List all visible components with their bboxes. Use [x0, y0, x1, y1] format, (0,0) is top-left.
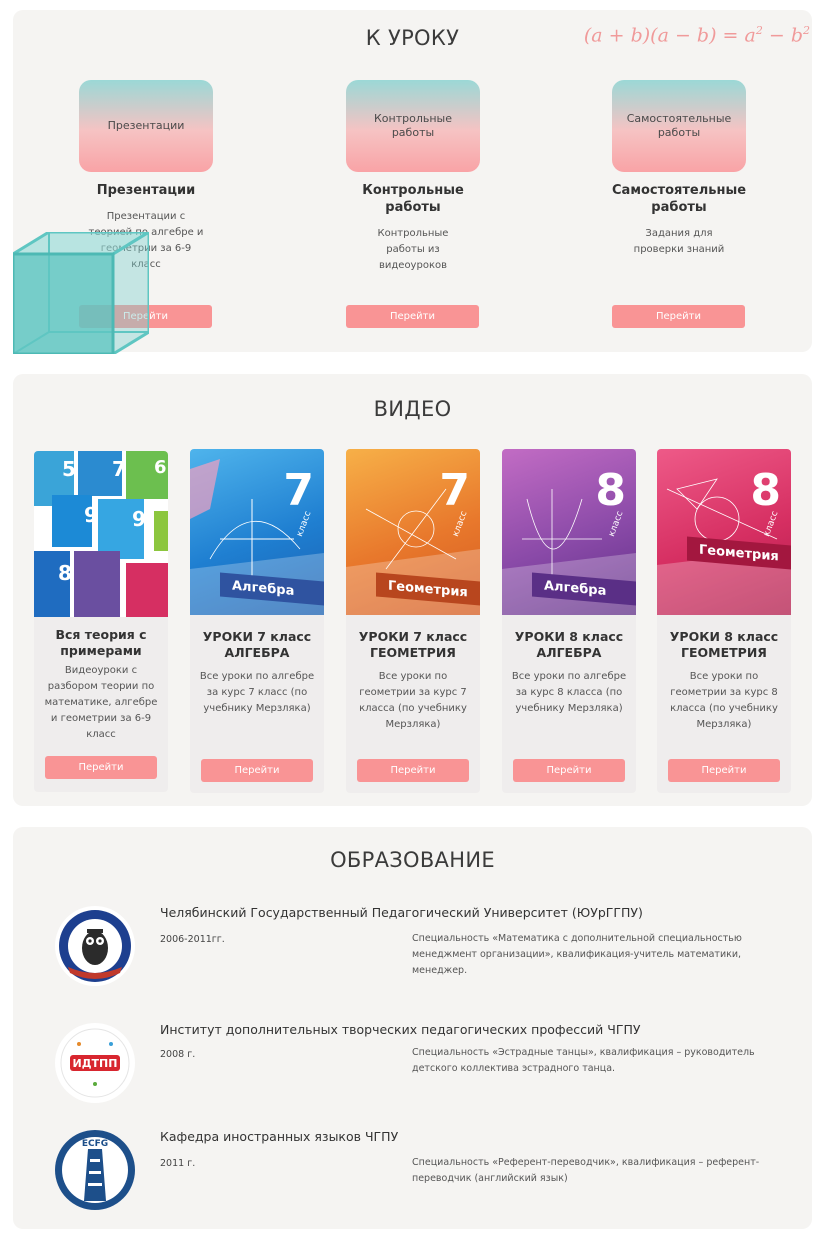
video-card-geometry-8: 8 класс Геометрия УРОКИ 8 класс ГЕОМЕТРИ… — [657, 449, 791, 793]
ecfg-tower-emblem-icon: ЕСFG — [55, 1130, 135, 1210]
algebra-7-cover-image[interactable]: 7 класс Алгебра — [190, 449, 324, 615]
lesson-thumb[interactable]: Контрольные работы — [346, 80, 480, 172]
go-button-geometry-7[interactable]: Перейти — [357, 759, 469, 782]
owl-university-emblem-icon — [55, 906, 135, 986]
geometry-7-cover-image[interactable]: 7 класс Геометрия — [346, 449, 480, 615]
lesson-name: Контрольные работы — [362, 183, 464, 215]
cover-grade-number: 7 — [439, 465, 470, 516]
collage-cover-image[interactable]: 5 7 6 9 9 8 — [34, 451, 168, 617]
education-specialty: Специальность «Математика с дополнительн… — [412, 933, 742, 976]
video-card-all-theory: 5 7 6 9 9 8 Вся теория с примерами Видео… — [34, 451, 168, 792]
education-years: 2006-2011гг. — [160, 934, 225, 945]
geometry-8-cover-image[interactable]: 8 класс Геометрия — [657, 449, 791, 615]
lesson-section: К УРОКУ (a + b)(a − b) = a2 − b2 Презент… — [13, 10, 812, 354]
collage-number: 9 — [84, 503, 98, 527]
video-card-name: Вся теория с примерами — [55, 627, 147, 658]
lesson-name: Презентации — [96, 183, 196, 198]
video-section: ВИДЕО 5 7 6 9 9 8 Вся теория с примерами… — [13, 374, 812, 806]
ecfg-logo-text: ЕСFG — [82, 1139, 108, 1149]
algebra-8-cover-image[interactable]: 8 класс Алгебра — [502, 449, 636, 615]
collage-number: 8 — [58, 561, 72, 585]
education-years: 2008 г. — [160, 1049, 196, 1060]
cube-decoration — [13, 232, 149, 354]
video-section-title: ВИДЕО — [373, 397, 452, 421]
video-card-desc: Все уроки по геометрии за курс 8 класса … — [670, 671, 778, 730]
lesson-name: Самостоятельные работы — [612, 183, 747, 215]
go-button-all-theory[interactable]: Перейти — [45, 756, 157, 779]
cover-grade-number: 8 — [595, 465, 626, 516]
education-section-title: ОБРАЗОВАНИЕ — [330, 848, 495, 872]
lesson-card-independent: Самостоятельные работы Самостоятельные р… — [612, 80, 746, 258]
collage-number: 7 — [112, 457, 126, 481]
video-card-desc: Все уроки по алгебре за курс 8 класса (п… — [511, 671, 627, 714]
go-button-independent[interactable]: Перейти — [612, 305, 745, 328]
education-title: Институт дополнительных творческих педаг… — [160, 1022, 641, 1037]
go-button-algebra-7[interactable]: Перейти — [201, 759, 313, 782]
education-title: Кафедра иностранных языков ЧГПУ — [160, 1129, 399, 1144]
idtpp-logo-text: ИДТПП — [73, 1057, 118, 1070]
go-button-geometry-8[interactable]: Перейти — [668, 759, 780, 782]
video-card-name: УРОКИ 7 класс ГЕОМЕТРИЯ — [358, 629, 468, 660]
lesson-desc: Контрольные работы из видеоуроков — [377, 228, 449, 271]
go-button-algebra-8[interactable]: Перейти — [513, 759, 625, 782]
education-specialty: Специальность «Референт-переводчик», ква… — [412, 1157, 760, 1184]
lesson-thumb[interactable]: Презентации — [79, 80, 213, 172]
cover-grade-number: 7 — [283, 465, 314, 516]
education-years: 2011 г. — [160, 1158, 196, 1169]
video-card-algebra-7: 7 класс Алгебра УРОКИ 7 класс АЛГЕБРА Вс… — [190, 449, 324, 793]
video-card-algebra-8: 8 класс Алгебра УРОКИ 8 класс АЛГЕБРА Вс… — [502, 449, 636, 793]
video-card-desc: Все уроки по алгебре за курс 7 класс (по… — [199, 671, 315, 714]
education-title: Челябинский Государственный Педагогическ… — [160, 905, 643, 920]
video-card-desc: Все уроки по геометрии за курс 7 класса … — [359, 671, 467, 730]
collage-number: 5 — [62, 457, 76, 481]
lesson-desc: Задания для проверки знаний — [633, 228, 725, 255]
education-specialty: Специальность «Эстрадные танцы», квалифи… — [412, 1047, 755, 1074]
video-card-name: УРОКИ 7 класс АЛГЕБРА — [202, 629, 312, 660]
lesson-thumb[interactable]: Самостоятельные работы — [612, 80, 746, 172]
idtpp-emblem-icon: ИДТПП — [55, 1023, 135, 1103]
video-card-desc: Видеоуроки с разбором теории по математи… — [44, 665, 158, 740]
go-button-tests[interactable]: Перейти — [346, 305, 479, 328]
video-card-geometry-7: 7 класс Геометрия УРОКИ 7 класс ГЕОМЕТРИ… — [346, 449, 480, 793]
collage-number: 9 — [132, 507, 146, 531]
cover-grade-number: 8 — [750, 465, 781, 516]
formula-decoration: (a + b)(a − b) = a2 − b2 — [583, 24, 810, 47]
lesson-card-tests: Контрольные работы Контрольные работы Ко… — [346, 80, 480, 274]
collage-number: 6 — [154, 457, 167, 478]
video-card-name: УРОКИ 8 класс АЛГЕБРА — [514, 629, 624, 660]
video-card-name: УРОКИ 8 класс ГЕОМЕТРИЯ — [669, 629, 779, 660]
education-section: ОБРАЗОВАНИЕ Челябинский Государственный … — [13, 827, 812, 1229]
